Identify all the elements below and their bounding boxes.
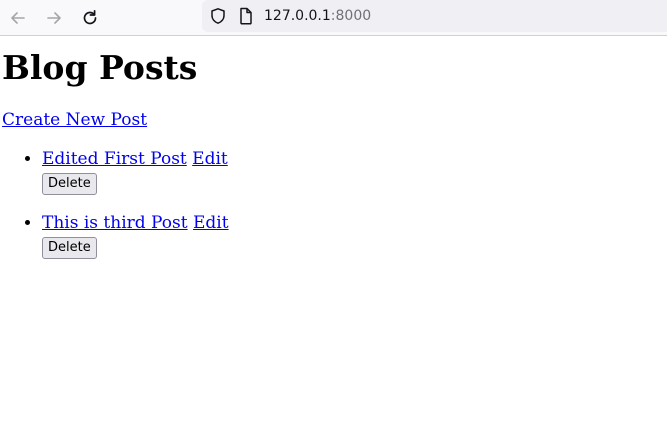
list-item: This is third Post Edit Delete	[42, 212, 665, 259]
url-host: 127.0.0.1	[264, 8, 331, 24]
post-list: Edited First Post Edit Delete This is th…	[2, 148, 665, 259]
list-item: Edited First Post Edit Delete	[42, 148, 665, 195]
url-bar[interactable]: 127.0.0.1:8000	[202, 0, 667, 32]
edit-link[interactable]: Edit	[192, 149, 228, 169]
url-port: :8000	[330, 8, 372, 24]
page-title: Blog Posts	[2, 48, 198, 87]
post-line: This is third Post Edit	[42, 212, 665, 234]
post-line: Edited First Post Edit	[42, 148, 665, 170]
edit-link[interactable]: Edit	[193, 213, 229, 233]
reload-icon	[83, 9, 97, 25]
page-content: Blog Posts Create New Post Edited First …	[0, 49, 667, 259]
post-title-link[interactable]: Edited First Post	[42, 149, 187, 169]
post-title-link[interactable]: This is third Post	[42, 213, 188, 233]
url-text[interactable]: 127.0.0.1:8000	[264, 7, 371, 25]
back-button[interactable]	[6, 6, 30, 30]
arrow-right-icon	[47, 12, 61, 24]
delete-button[interactable]: Delete	[42, 173, 97, 195]
delete-button[interactable]: Delete	[42, 237, 97, 259]
create-post-link[interactable]: Create New Post	[2, 109, 147, 131]
page-icon	[240, 7, 252, 25]
forward-button[interactable]	[42, 6, 66, 30]
reload-button[interactable]	[78, 6, 102, 30]
arrow-left-icon	[11, 12, 25, 24]
shield-icon[interactable]	[209, 7, 227, 25]
browser-toolbar: 127.0.0.1:8000	[0, 0, 667, 36]
